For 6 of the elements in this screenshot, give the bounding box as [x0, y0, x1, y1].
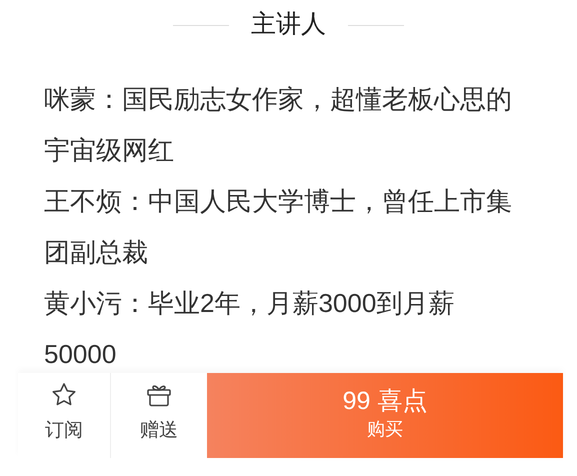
- buy-label: 购买: [367, 418, 403, 441]
- section-title: 主讲人: [251, 9, 326, 40]
- price-text: 99 喜点: [342, 388, 428, 416]
- speaker-bio: 黄小污：毕业2年，月薪3000到月薪50000: [44, 287, 456, 371]
- speaker-bio: 王不烦：中国人民大学博士，曾任上市集团副总裁: [44, 185, 513, 269]
- speaker-bio: 咪蒙：国民励志女作家，超懂老板心思的宇宙级网红: [44, 83, 513, 167]
